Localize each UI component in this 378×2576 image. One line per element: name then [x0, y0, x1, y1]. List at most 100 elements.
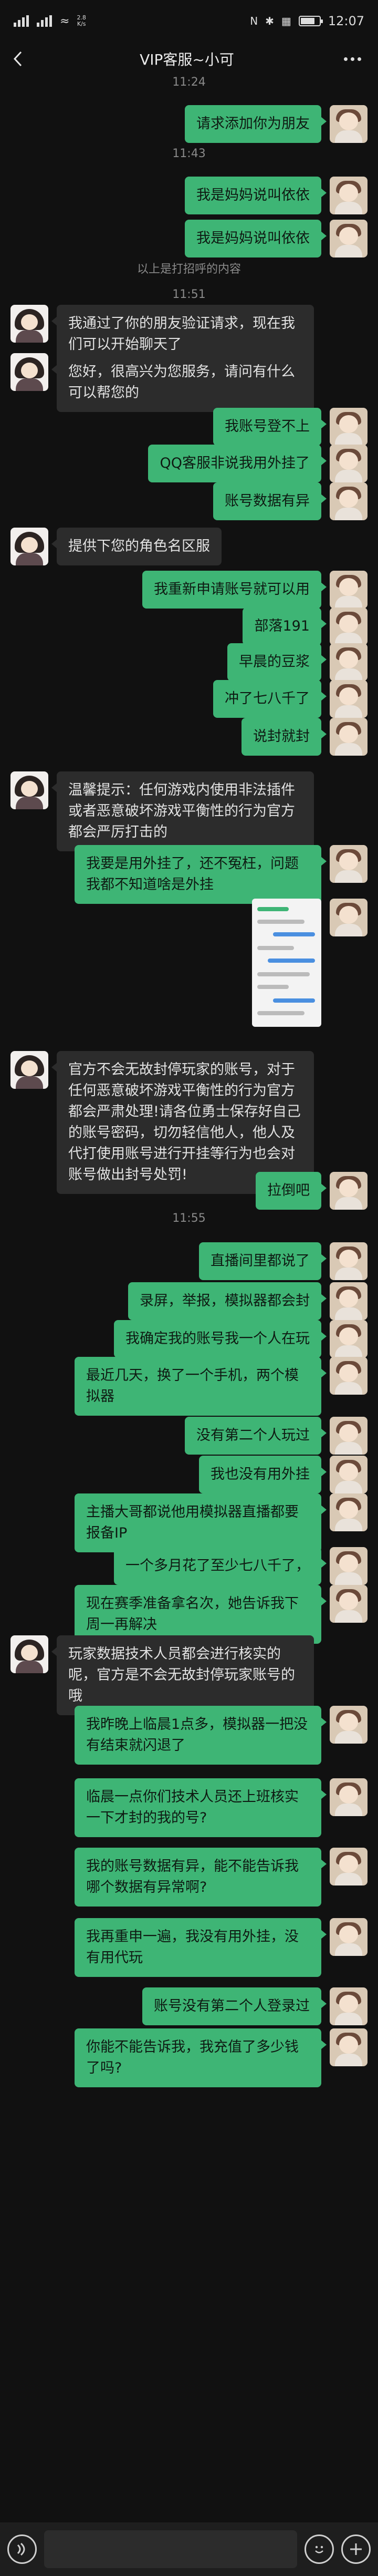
sent-message-bubble[interactable]: 一个多月花了至少七八千了，	[114, 1547, 327, 1585]
more-options-button[interactable]	[340, 48, 365, 69]
user-avatar[interactable]	[330, 1778, 368, 1816]
agent-avatar[interactable]	[10, 305, 48, 343]
message-timestamp: 11:24	[172, 76, 206, 89]
agent-avatar[interactable]	[10, 528, 48, 565]
user-avatar[interactable]	[330, 899, 368, 936]
received-message-bubble[interactable]: 温馨提示：任何游戏内使用非法插件或者恶意破坏游戏平衡性的行为官方都会严厉打击的	[51, 771, 314, 851]
message-timestamp: 11:51	[172, 288, 206, 301]
avatar-face	[339, 852, 358, 870]
user-avatar[interactable]	[330, 1320, 368, 1358]
image-preview-line	[268, 959, 315, 963]
sent-message-bubble[interactable]: 我要是用外挂了，还不冤枉，问题我都不知道啥是外挂	[75, 845, 327, 904]
received-message-bubble[interactable]: 玩家数据技术人员都会进行核实的呢，官方是不会无故封停玩家账号的哦	[51, 1635, 314, 1715]
image-preview-line	[257, 985, 289, 989]
user-avatar[interactable]	[330, 1282, 368, 1320]
avatar-body	[335, 924, 362, 936]
user-avatar[interactable]	[330, 571, 368, 609]
voice-button[interactable]	[7, 2534, 37, 2564]
user-avatar[interactable]	[330, 105, 368, 143]
avatar-body	[16, 1076, 43, 1089]
agent-avatar[interactable]	[10, 771, 48, 809]
chat-message-list[interactable]: 11:24 请求添加你为朋友 11:43 我是妈妈说叫依依 我是妈妈说叫依依 以上是打招呼…	[0, 76, 378, 2522]
chevron-left-icon	[13, 51, 22, 67]
sent-message-bubble[interactable]: 主播大哥都说他用模拟器直播都要报备IP	[75, 1493, 327, 1552]
avatar-body	[335, 1519, 362, 1531]
sent-message-bubble[interactable]: 部落191	[243, 607, 327, 645]
avatar-face	[339, 2036, 358, 2054]
back-button[interactable]	[13, 48, 34, 69]
sent-message-bubble[interactable]: 说封就封	[242, 718, 327, 756]
user-avatar[interactable]	[330, 845, 368, 883]
sent-message-bubble[interactable]: 我是妈妈说叫依依	[185, 177, 327, 214]
sent-message-bubble[interactable]: 我再重申一遍，我没有用外挂，没有用代玩	[75, 1918, 327, 1977]
received-message-bubble[interactable]: 提供下您的角色名区服	[51, 528, 222, 565]
user-avatar[interactable]	[330, 1456, 368, 1493]
agent-avatar[interactable]	[10, 1051, 48, 1089]
user-avatar[interactable]	[330, 1918, 368, 1956]
user-avatar[interactable]	[330, 1987, 368, 2025]
user-avatar[interactable]	[330, 408, 368, 446]
sent-message-bubble[interactable]: 请求添加你为朋友	[185, 105, 327, 143]
user-avatar[interactable]	[330, 445, 368, 482]
user-avatar[interactable]	[330, 1357, 368, 1395]
avatar-body	[335, 433, 362, 446]
sent-message-bubble[interactable]: 临晨一点你们技术人员还上班核实一下才封的我的号?	[75, 1778, 327, 1837]
avatar-face	[339, 184, 358, 202]
sent-message-bubble[interactable]: 我昨晚上临晨1点多，模拟器一把没有结束就闪退了	[75, 1706, 327, 1765]
emoji-button[interactable]	[304, 2534, 334, 2564]
user-avatar[interactable]	[330, 220, 368, 257]
sent-message-bubble[interactable]: 早晨的豆浆	[227, 643, 327, 681]
sent-message-bubble[interactable]: 直播间里都说了	[199, 1242, 327, 1280]
sent-message-bubble[interactable]: 账号数据有异	[213, 482, 327, 520]
dot-2	[351, 57, 355, 61]
user-avatar[interactable]	[330, 1242, 368, 1280]
sent-message-bubble[interactable]: 最近几天，换了一个手机，两个模拟器	[75, 1357, 327, 1416]
message-input[interactable]	[44, 2530, 297, 2568]
image-message[interactable]	[252, 899, 321, 1027]
user-avatar[interactable]	[330, 2028, 368, 2066]
sent-message-bubble[interactable]: 我的账号数据有异，能不能告诉我哪个数据有异常啊?	[75, 1848, 327, 1907]
sent-message-bubble[interactable]: 冲了七八千了	[213, 680, 327, 718]
user-avatar[interactable]	[330, 1493, 368, 1531]
user-avatar[interactable]	[330, 1585, 368, 1623]
user-avatar[interactable]	[330, 1848, 368, 1885]
avatar-face	[339, 1995, 358, 2013]
sent-message-bubble[interactable]: 我重新申请账号就可以用	[142, 571, 327, 609]
avatar-face	[339, 578, 358, 596]
avatar-face	[339, 452, 358, 470]
message-timestamp: 11:43	[172, 147, 206, 160]
sent-message-bubble[interactable]: 我也没有用外挂	[199, 1456, 327, 1493]
avatar-face	[339, 490, 358, 508]
received-message-bubble[interactable]: 您好，很高兴为您服务，请问有什么可以帮您的	[51, 353, 314, 412]
avatar-face	[339, 1250, 358, 1268]
agent-avatar[interactable]	[10, 353, 48, 391]
sent-message-bubble[interactable]: 我是妈妈说叫依依	[185, 220, 327, 257]
avatar-body	[335, 1481, 362, 1493]
user-avatar[interactable]	[330, 607, 368, 645]
sent-message-bubble[interactable]: 我账号登不上	[213, 408, 327, 446]
user-avatar[interactable]	[330, 1706, 368, 1744]
sent-message-bubble[interactable]: 没有第二个人玩过	[185, 1417, 327, 1455]
user-avatar[interactable]	[330, 643, 368, 681]
user-avatar[interactable]	[330, 680, 368, 718]
avatar-face	[339, 1364, 358, 1382]
signal-icon	[14, 15, 29, 27]
plus-button[interactable]	[341, 2534, 371, 2564]
user-avatar[interactable]	[330, 177, 368, 214]
sent-message-bubble[interactable]: 录屏，举报，模拟器都会封	[128, 1282, 327, 1320]
user-avatar[interactable]	[330, 718, 368, 756]
sent-message-bubble[interactable]: 我确定我的账号我一个人在玩	[114, 1320, 327, 1358]
user-avatar[interactable]	[330, 1172, 368, 1210]
agent-avatar[interactable]	[10, 1635, 48, 1673]
avatar-body	[335, 668, 362, 681]
avatar-body	[335, 1804, 362, 1816]
user-avatar[interactable]	[330, 1417, 368, 1455]
sent-message-bubble[interactable]: 账号没有第二个人登录过	[142, 1987, 327, 2025]
user-avatar[interactable]	[330, 482, 368, 520]
sent-message-bubble[interactable]: 你能不能告诉我，我充值了多少钱了吗?	[75, 2028, 327, 2087]
user-avatar[interactable]	[330, 1547, 368, 1585]
avatar-body	[16, 1661, 43, 1673]
avatar-face	[21, 314, 38, 330]
sent-message-bubble[interactable]: QQ客服非说我用外挂了	[148, 445, 327, 482]
sent-message-bubble[interactable]: 拉倒吧	[256, 1172, 327, 1210]
